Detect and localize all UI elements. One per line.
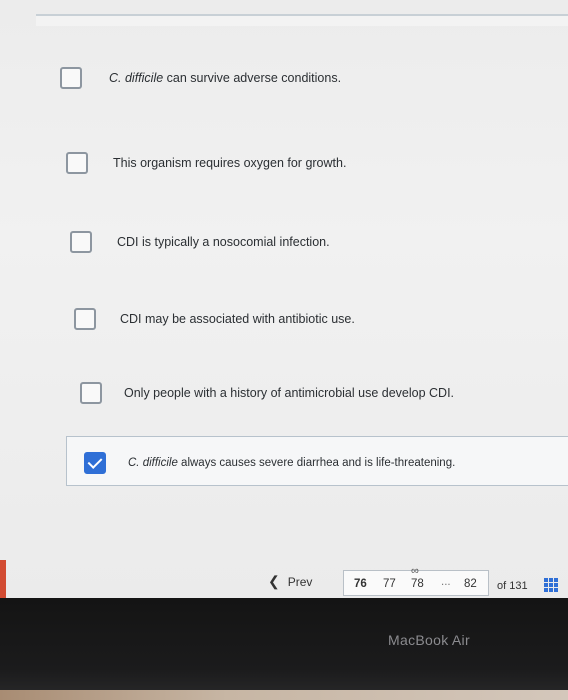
device-brand-label: MacBook Air	[388, 632, 470, 648]
option-1-label: C. difficile can survive adverse conditi…	[109, 71, 341, 85]
checkbox-4[interactable]	[74, 308, 96, 330]
checkbox-2[interactable]	[66, 152, 88, 174]
option-6-italic: C. difficile	[128, 457, 178, 469]
option-4-label: CDI may be associated with antibiotic us…	[120, 312, 355, 326]
desk-surface	[0, 690, 568, 700]
checkmark-icon	[87, 454, 103, 469]
option-2-label: This organism requires oxygen for growth…	[113, 156, 347, 170]
screen: C. difficile can survive adverse conditi…	[0, 0, 568, 598]
page-76[interactable]: 76	[354, 578, 367, 590]
answer-option-3[interactable]: CDI is typically a nosocomial infection.	[70, 231, 330, 253]
answer-option-2[interactable]: This organism requires oxygen for growth…	[66, 152, 346, 174]
option-6-text: always causes severe diarrhea and is lif…	[177, 457, 456, 469]
answer-option-6[interactable]: C. difficile always causes severe diarrh…	[84, 452, 455, 474]
checkbox-6-checked[interactable]	[84, 452, 106, 474]
option-3-label: CDI is typically a nosocomial infection.	[117, 235, 330, 249]
page-selector: 76 77 ∞ 78 ... 82	[343, 565, 489, 596]
option-1-italic: C. difficile	[109, 71, 164, 85]
link-icon: ∞	[411, 565, 419, 577]
option-5-label: Only people with a history of antimicrob…	[124, 386, 455, 400]
option-6-label: C. difficile always causes severe diarrh…	[128, 457, 455, 469]
answer-option-1[interactable]: C. difficile can survive adverse conditi…	[60, 67, 341, 89]
page-total: of 131	[497, 580, 528, 592]
prev-button[interactable]: ❮ Prev	[268, 573, 312, 590]
checkbox-3[interactable]	[70, 231, 92, 253]
page-78[interactable]: 78	[411, 578, 424, 590]
top-divider	[36, 14, 568, 26]
checkbox-1[interactable]	[60, 67, 82, 89]
chevron-left-icon: ❮	[268, 573, 280, 589]
page-77[interactable]: 77	[383, 578, 396, 590]
option-1-text: can survive adverse conditions.	[163, 71, 342, 85]
page-ellipsis: ...	[441, 576, 451, 588]
side-tab-strip	[0, 560, 6, 598]
prev-label: Prev	[287, 574, 313, 589]
grid-view-icon[interactable]	[544, 578, 558, 592]
page-82[interactable]: 82	[464, 578, 477, 590]
checkbox-5[interactable]	[80, 382, 102, 404]
answer-option-5[interactable]: Only people with a history of antimicrob…	[80, 382, 454, 404]
laptop-bezel	[0, 598, 568, 700]
answer-option-4[interactable]: CDI may be associated with antibiotic us…	[74, 308, 355, 330]
